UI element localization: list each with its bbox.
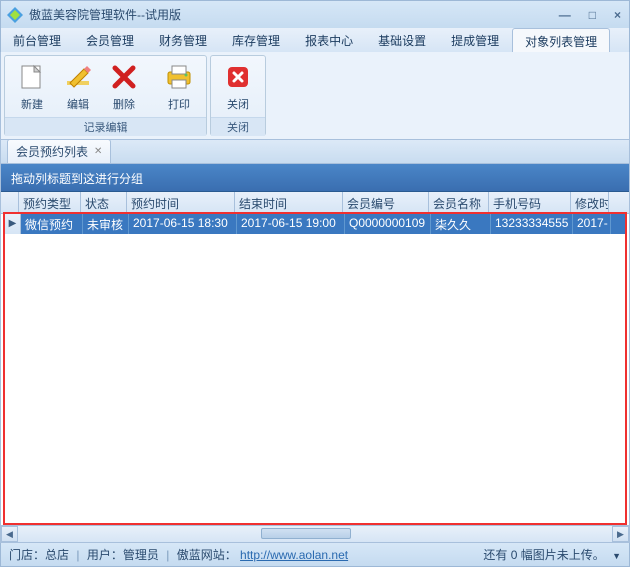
edit-icon — [62, 61, 94, 93]
menu-inventory[interactable]: 库存管理 — [220, 28, 293, 52]
close-window-button[interactable]: × — [612, 8, 623, 22]
row-indicator-icon: ▶ — [5, 214, 21, 234]
scroll-thumb[interactable] — [261, 528, 351, 539]
menu-bar: 前台管理 会员管理 财务管理 库存管理 报表中心 基础设置 提成管理 对象列表管… — [0, 28, 630, 52]
status-right: 还有 0 幅图片未上传。 ▼ — [483, 546, 621, 563]
window-title: 傲蓝美容院管理软件--试用版 — [29, 6, 557, 23]
ribbon-group-edit: 新建 编辑 删除 打印 记录编辑 — [4, 55, 207, 136]
menu-reports[interactable]: 报表中心 — [293, 28, 366, 52]
group-by-panel[interactable]: 拖动列标题到这进行分组 — [1, 164, 629, 192]
col-start-time[interactable]: 预约时间 — [127, 192, 235, 213]
ribbon: 新建 编辑 删除 打印 记录编辑 关闭 关闭 — [0, 52, 630, 140]
col-member-no[interactable]: 会员编号 — [343, 192, 429, 213]
menu-finance[interactable]: 财务管理 — [147, 28, 220, 52]
col-member-name[interactable]: 会员名称 — [429, 192, 489, 213]
menu-object-list[interactable]: 对象列表管理 — [512, 28, 610, 52]
dropdown-icon[interactable]: ▼ — [612, 551, 621, 561]
new-icon — [16, 61, 48, 93]
print-button[interactable]: 打印 — [158, 58, 200, 115]
delete-button[interactable]: 删除 — [103, 58, 145, 115]
col-end-time[interactable]: 结束时间 — [235, 192, 343, 213]
horizontal-scrollbar[interactable]: ◀ ▶ — [1, 525, 629, 542]
grid-body: ▶ 微信预约 未审核 2017-06-15 18:30 2017-06-15 1… — [3, 212, 627, 525]
ribbon-group-edit-title: 记录编辑 — [5, 117, 206, 136]
minimize-button[interactable]: — — [557, 8, 573, 22]
app-logo-icon — [7, 7, 23, 23]
menu-commission[interactable]: 提成管理 — [439, 28, 512, 52]
tab-close-icon[interactable]: ✕ — [94, 146, 102, 157]
menu-member[interactable]: 会员管理 — [74, 28, 147, 52]
scroll-left-icon[interactable]: ◀ — [1, 526, 18, 542]
title-bar: 傲蓝美容院管理软件--试用版 — □ × — [0, 0, 630, 28]
scroll-right-icon[interactable]: ▶ — [612, 526, 629, 542]
close-button[interactable]: 关闭 — [217, 58, 259, 115]
menu-settings[interactable]: 基础设置 — [366, 28, 439, 52]
maximize-button[interactable]: □ — [587, 8, 598, 22]
ribbon-group-close-title: 关闭 — [211, 117, 265, 136]
ribbon-group-close: 关闭 关闭 — [210, 55, 266, 136]
website-link[interactable]: http://www.aolan.net — [240, 548, 348, 562]
table-row[interactable]: ▶ 微信预约 未审核 2017-06-15 18:30 2017-06-15 1… — [5, 214, 625, 234]
new-button[interactable]: 新建 — [11, 58, 53, 115]
status-bar: 门店：总店 | 用户：管理员 | 傲蓝网站： http://www.aolan.… — [0, 543, 630, 567]
col-modified[interactable]: 修改时 — [571, 192, 609, 213]
edit-button[interactable]: 编辑 — [57, 58, 99, 115]
data-grid: 拖动列标题到这进行分组 预约类型 状态 预约时间 结束时间 会员编号 会员名称 … — [0, 164, 630, 543]
status-left: 门店：总店 | 用户：管理员 | 傲蓝网站： http://www.aolan.… — [9, 546, 348, 563]
col-type[interactable]: 预约类型 — [19, 192, 81, 213]
delete-icon — [108, 61, 140, 93]
menu-front-desk[interactable]: 前台管理 — [1, 28, 74, 52]
col-status[interactable]: 状态 — [81, 192, 127, 213]
col-phone[interactable]: 手机号码 — [489, 192, 571, 213]
grid-header: 预约类型 状态 预约时间 结束时间 会员编号 会员名称 手机号码 修改时 — [1, 192, 629, 214]
print-icon — [163, 61, 195, 93]
close-icon — [222, 61, 254, 93]
row-indicator-header — [1, 192, 19, 213]
document-tabs: 会员预约列表 ✕ — [0, 140, 630, 164]
tab-appointment-list[interactable]: 会员预约列表 ✕ — [7, 139, 111, 163]
